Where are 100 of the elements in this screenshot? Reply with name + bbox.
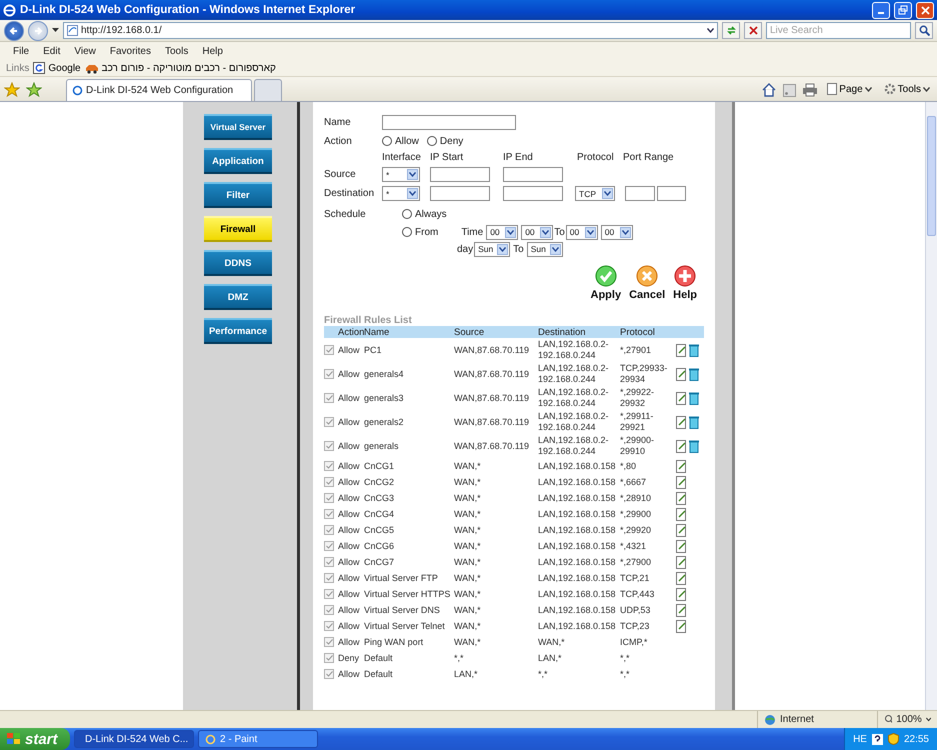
stop-button[interactable] [744,22,762,39]
minimize-button[interactable] [872,2,890,18]
edit-icon[interactable] [676,344,687,356]
command-button[interactable]: Tools [880,79,933,99]
search-button[interactable] [915,22,933,39]
dropdown-arrow-icon[interactable] [52,28,59,33]
checkbox[interactable] [324,557,334,567]
radio-option[interactable]: From [402,226,438,238]
language-indicator[interactable]: HE [853,734,867,744]
edit-icon[interactable] [676,416,687,428]
ip-start-field[interactable] [430,167,490,182]
home-icon[interactable] [761,82,778,97]
dropdown[interactable]: 00 [566,224,598,240]
trash-icon[interactable] [689,368,699,380]
dropdown[interactable]: Sun [526,242,563,256]
address-field[interactable]: http://192.168.0.1/ [63,22,718,39]
dropdown[interactable]: 00 [600,224,633,240]
menu-item[interactable]: Help [195,46,230,56]
radio-option[interactable]: Allow [382,136,419,146]
taskbar-button[interactable]: D-Link DI-524 Web C... [74,730,194,748]
dropdown[interactable]: TCP [575,186,615,201]
feed-icon[interactable] [783,84,796,97]
checkbox[interactable] [324,605,334,615]
cancel-button[interactable]: Cancel [627,265,668,301]
edit-icon[interactable] [676,604,687,616]
nav-button[interactable]: DMZ [204,284,272,310]
checkbox[interactable] [324,541,334,551]
edit-icon[interactable] [676,620,687,632]
checkbox[interactable] [324,417,334,427]
link[interactable]: Google [33,62,81,74]
scrollbar[interactable] [925,102,937,710]
link[interactable]: קארספורום - רכבים מוטוריקה - פורום רכב [84,62,276,74]
menu-item[interactable]: File [6,46,36,56]
edit-icon[interactable] [676,392,687,404]
browser-tab[interactable]: D-Link DI-524 Web Configuration [66,79,252,101]
radio-option[interactable]: Always [402,208,447,220]
trash-icon[interactable] [689,392,699,404]
edit-icon[interactable] [676,476,687,488]
menu-item[interactable]: Favorites [102,46,158,56]
apply-button[interactable]: Apply [588,265,624,301]
edit-icon[interactable] [676,508,687,520]
edit-icon[interactable] [676,440,687,452]
checkbox[interactable] [324,653,334,663]
port-end-field[interactable] [657,186,686,201]
favorites-star-icon[interactable] [4,82,20,98]
dropdown[interactable]: 00 [486,224,518,240]
new-tab-button[interactable] [254,79,282,101]
nav-button[interactable]: Filter [204,182,272,208]
edit-icon[interactable] [676,368,687,380]
command-button[interactable]: Page [824,79,875,99]
shield-icon[interactable] [888,733,899,745]
checkbox[interactable] [324,509,334,519]
port-start-field[interactable] [625,186,655,201]
edit-icon[interactable] [676,540,687,552]
checkbox[interactable] [324,345,334,355]
search-field[interactable]: Live Search [766,22,911,39]
nav-button[interactable]: Firewall [204,216,272,242]
checkbox[interactable] [324,621,334,631]
ip-start-field[interactable] [430,186,490,201]
edit-icon[interactable] [676,572,687,584]
trash-icon[interactable] [689,440,699,452]
menu-item[interactable]: Edit [36,46,68,56]
checkbox[interactable] [324,369,334,379]
radio-option[interactable]: Deny [426,136,464,146]
printer-icon[interactable] [802,83,818,97]
help-icon[interactable] [872,734,883,744]
dropdown[interactable]: * [382,167,420,182]
checkbox[interactable] [324,493,334,503]
help-button[interactable]: Help [671,265,699,301]
edit-icon[interactable] [676,556,687,568]
refresh-button[interactable] [722,22,740,39]
dropdown[interactable]: 00 [521,224,554,240]
nav-button[interactable]: Virtual Server [204,114,272,140]
checkbox[interactable] [324,525,334,535]
checkbox[interactable] [324,441,334,451]
checkbox[interactable] [324,461,334,471]
edit-icon[interactable] [676,588,687,600]
checkbox[interactable] [324,573,334,583]
menu-item[interactable]: View [67,46,103,56]
trash-icon[interactable] [689,344,699,356]
taskbar-button[interactable]: 2 - Paint [198,730,318,748]
close-button[interactable] [916,2,934,18]
ip-end-field[interactable] [503,167,563,182]
ip-end-field[interactable] [503,186,563,201]
dropdown[interactable]: Sun [474,242,510,256]
edit-icon[interactable] [676,492,687,504]
trash-icon[interactable] [689,416,699,428]
checkbox[interactable] [324,637,334,647]
checkbox[interactable] [324,669,334,679]
checkbox[interactable] [324,477,334,487]
name-field[interactable] [382,114,516,130]
checkbox[interactable] [324,393,334,403]
add-favorites-icon[interactable] [26,82,42,98]
dropdown[interactable]: * [382,186,420,201]
nav-button[interactable]: Application [204,148,272,174]
nav-button[interactable]: Performance [204,318,272,344]
back-button[interactable] [4,20,24,40]
menu-item[interactable]: Tools [158,46,196,56]
restore-button[interactable] [894,2,912,18]
edit-icon[interactable] [676,524,687,536]
